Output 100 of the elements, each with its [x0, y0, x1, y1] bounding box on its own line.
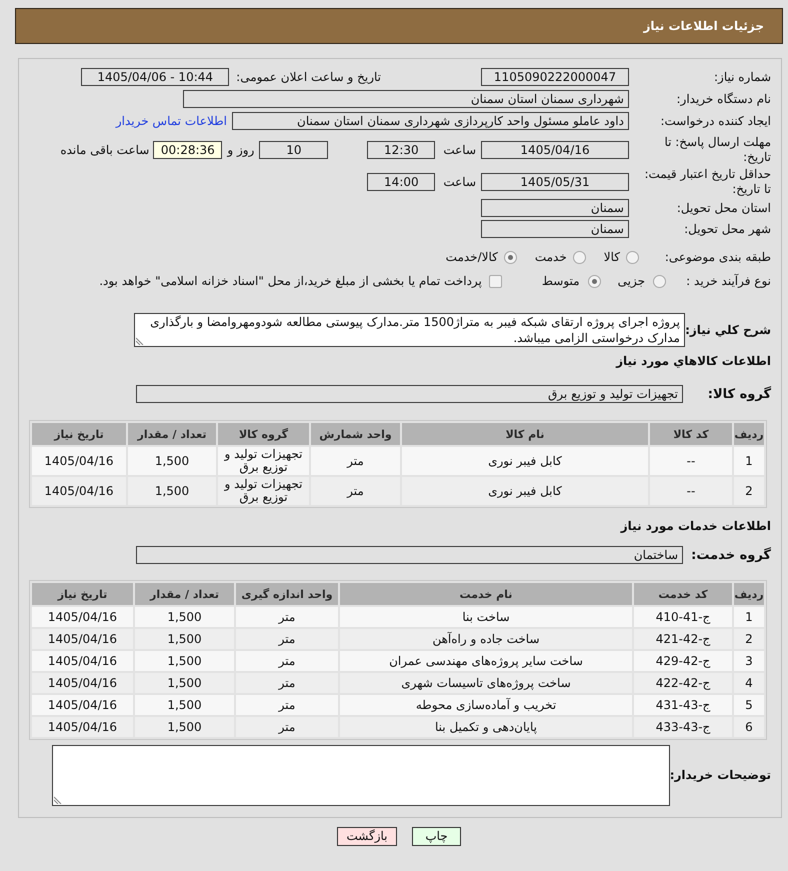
column-header: واحد اندازه گیری [236, 583, 338, 605]
table-cell: ساخت سایر پروژه‌های مهندسی عمران [340, 651, 632, 671]
table-cell: پایان‌دهی و تکمیل بنا [340, 717, 632, 737]
field-label: روز و [227, 142, 254, 158]
radio-button[interactable] [626, 250, 639, 264]
table-cell: 1405/04/16 [32, 629, 133, 649]
field-label: تاریخ و ساعت اعلان عمومی: [236, 70, 381, 84]
column-header: ردیف [734, 583, 764, 605]
field-label: ایجاد کننده درخواست: [660, 114, 771, 128]
table-cell: متر [236, 651, 338, 671]
back-button[interactable]: بازگشت [337, 827, 397, 846]
text-field[interactable]: شهرداری سمنان استان سمنان [183, 90, 629, 108]
field-label: مهلت ارسال پاسخ: تا تاریخ: [663, 135, 771, 165]
column-header: ردیف [734, 423, 764, 445]
table-cell: 1,500 [135, 651, 234, 671]
text-field[interactable]: 14:00 [367, 173, 436, 191]
column-header: تاریخ نیاز [32, 583, 133, 605]
table-cell: ج-43-433 [634, 717, 732, 737]
field-label: کالا/خدمت [446, 250, 498, 264]
print-button[interactable]: چاپ [412, 827, 461, 846]
field-label: ساعت [443, 174, 476, 190]
table-cell: 1405/04/16 [32, 673, 133, 693]
table-cell: 1405/04/16 [32, 717, 133, 737]
field-label: ساعت باقی مانده [60, 142, 150, 158]
column-header: نام خدمت [340, 583, 632, 605]
table-cell: متر [311, 447, 400, 475]
text-field[interactable]: 00:28:36 [153, 141, 222, 159]
field-label: پرداخت تمام یا بخشی از مبلغ خرید،از محل "اسناد خزانه اسلامی" خواهد بود. [99, 274, 482, 288]
field-label: توضیحات خریدار: [670, 768, 771, 783]
table-cell: 1405/04/16 [32, 447, 126, 475]
table-cell: کابل فیبر نوری [402, 447, 648, 475]
text-field[interactable]: 1405/04/16 [481, 141, 629, 159]
field-label: شهر محل تحویل: [684, 222, 771, 236]
resize-grip-icon[interactable] [54, 796, 62, 804]
table-cell: 1405/04/16 [32, 695, 133, 715]
table-cell: -- [650, 447, 732, 475]
table-cell: 1405/04/16 [32, 651, 133, 671]
table-cell: ساخت پروژه‌های تاسیسات شهری [340, 673, 632, 693]
column-header: نام کالا [402, 423, 648, 445]
table-cell: کابل فیبر نوری [402, 477, 648, 505]
table-cell: ج-41-410 [634, 607, 732, 627]
table-cell: 1,500 [128, 447, 216, 475]
radio-button[interactable] [653, 274, 666, 288]
table-cell: 1,500 [128, 477, 216, 505]
field-label: نوع فرآیند خرید : [686, 274, 771, 288]
contact-link[interactable]: اطلاعات تماس خریدار [116, 112, 227, 130]
resize-grip-icon[interactable] [136, 337, 144, 345]
text-field[interactable]: 1405/04/06 - 10:44 [81, 68, 230, 86]
table-cell: 4 [734, 673, 764, 693]
table-cell: متر [236, 673, 338, 693]
field-label: طبقه بندی موضوعی: [664, 250, 771, 264]
table-cell: ج-42-422 [634, 673, 732, 693]
table-cell: 1 [734, 447, 764, 475]
field-label: نام دستگاه خریدار: [676, 92, 771, 106]
description-textarea[interactable]: پروژه اجرای پروژه ارتقای شبکه فیبر به متراژ1500 متر.مدارک پیوستی مطالعه شودومهروامضا و بارگذاری مدارک درخواستی الزامی میباشد. [134, 313, 685, 347]
table-cell: 1405/04/16 [32, 477, 126, 505]
column-header: تاریخ نیاز [32, 423, 126, 445]
table-cell: 2 [734, 629, 764, 649]
column-header: گروه کالا [218, 423, 309, 445]
field-label: شماره نیاز: [714, 70, 771, 84]
table-cell: 1405/04/16 [32, 607, 133, 627]
field-label: حداقل تاریخ اعتبار قیمت: تا تاریخ: [643, 167, 771, 197]
field-label: کالا [604, 250, 620, 264]
text-field[interactable]: سمنان [481, 220, 629, 238]
text-field[interactable]: 1405/05/31 [481, 173, 629, 191]
table-cell: 1,500 [135, 695, 234, 715]
table-cell: 5 [734, 695, 764, 715]
text-field[interactable]: تجهیزات تولید و توزیع برق [136, 385, 683, 403]
column-header: تعداد / مقدار [135, 583, 234, 605]
table-cell: ج-42-421 [634, 629, 732, 649]
table-cell: تجهیزات تولید و توزیع برق [218, 447, 309, 475]
radio-button[interactable] [572, 250, 586, 264]
table-cell: تخریب و آماده‌سازی محوطه [340, 695, 632, 715]
field-label: گروه خدمت: [691, 548, 771, 562]
column-header: کد خدمت [634, 583, 732, 605]
text-field[interactable]: 12:30 [367, 141, 436, 159]
checkbox[interactable] [488, 274, 502, 288]
text-field[interactable]: 10 [259, 141, 328, 159]
text-field[interactable]: 1105090222000047 [481, 68, 629, 86]
table-cell: متر [236, 717, 338, 737]
table-cell: متر [236, 607, 338, 627]
table-cell: -- [650, 477, 732, 505]
section-heading: اطلاعات خدمات مورد نیاز [620, 519, 771, 534]
text-field[interactable]: سمنان [481, 199, 629, 217]
section-heading: اطلاعات كالاهاي مورد نياز [616, 354, 771, 369]
table-cell: 1,500 [135, 717, 234, 737]
field-label: استان محل تحویل: [676, 200, 771, 216]
column-header: کد کالا [650, 423, 732, 445]
radio-button[interactable] [588, 274, 601, 288]
table-cell: متر [236, 629, 338, 649]
page-title: جزئیات اطلاعات نیاز [643, 18, 764, 35]
table-cell: ساخت جاده و راه‌آهن [340, 629, 632, 649]
field-label: گروه کالا: [708, 386, 771, 402]
text-field[interactable]: ساختمان [136, 546, 683, 564]
column-header: واحد شمارش [311, 423, 400, 445]
table-cell: 2 [734, 477, 764, 505]
table-cell: ساخت بنا [340, 607, 632, 627]
radio-button[interactable] [504, 250, 517, 264]
notes-textarea[interactable] [52, 745, 670, 806]
text-field[interactable]: داود عاملو مسئول واحد کارپردازی شهرداری سمنان استان سمنان [232, 112, 629, 130]
